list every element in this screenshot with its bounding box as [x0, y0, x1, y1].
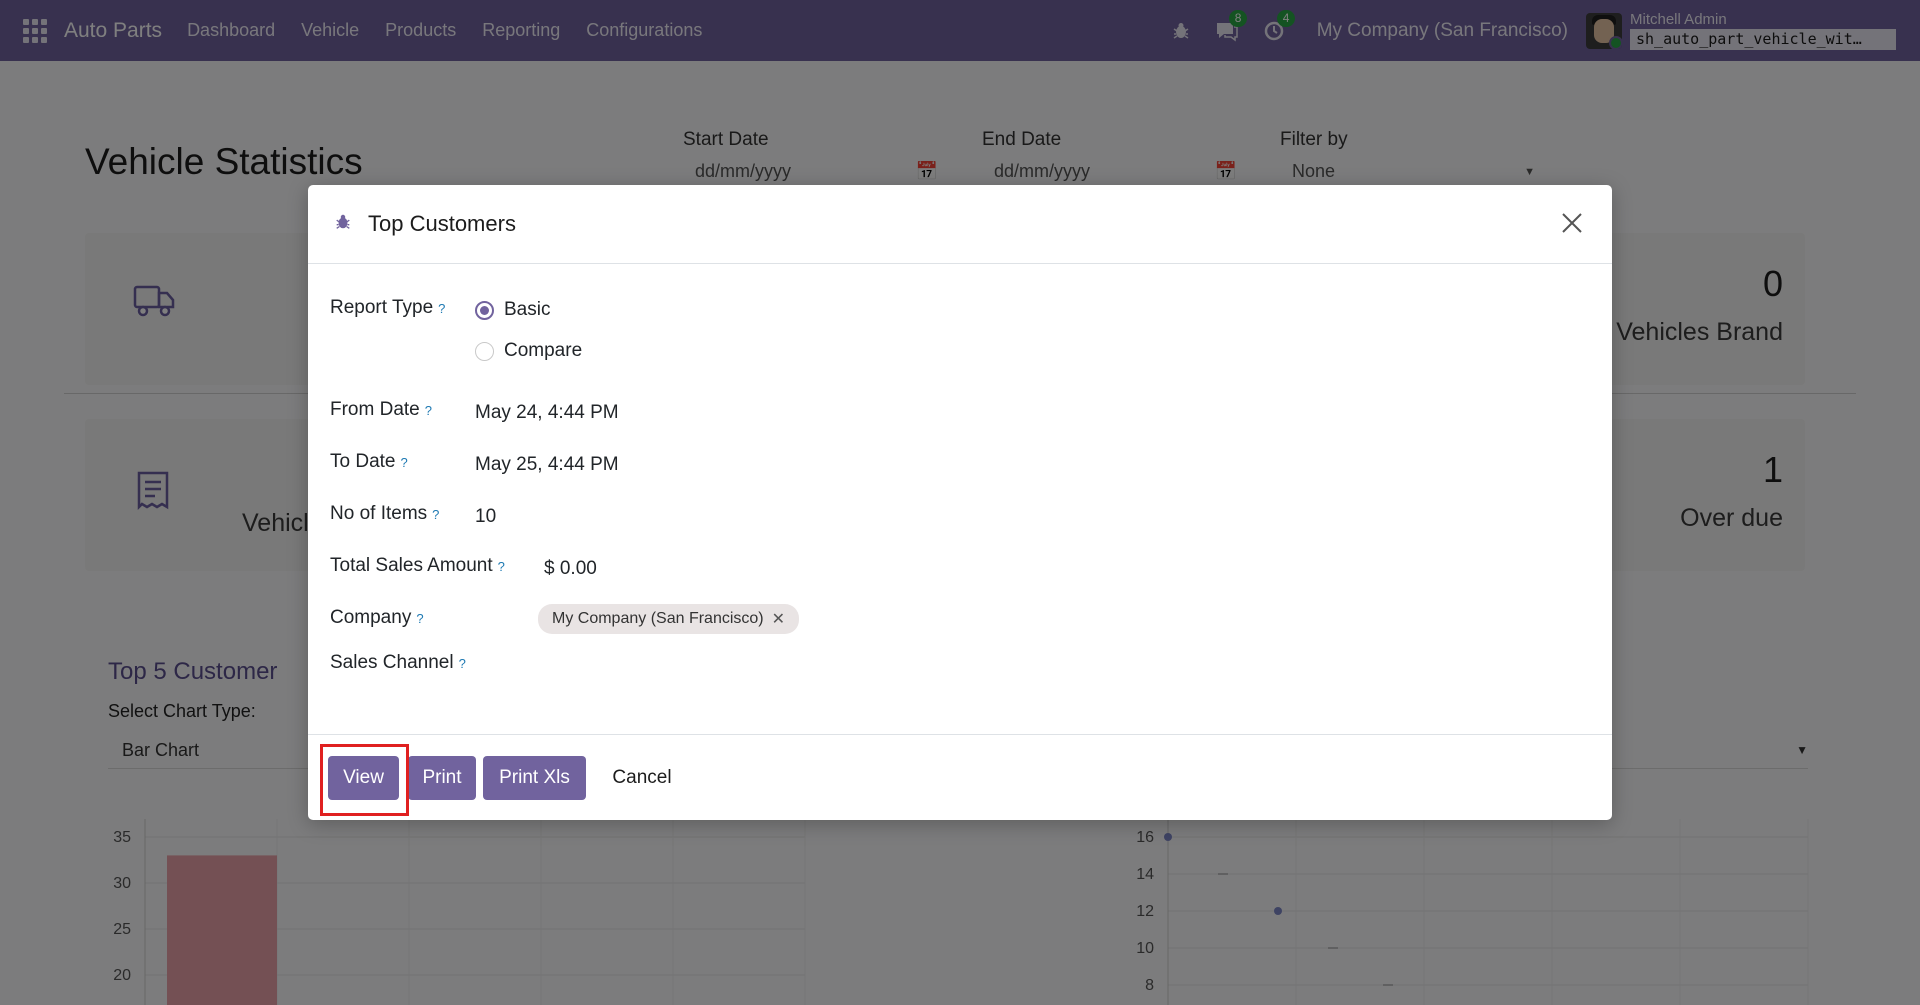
help-tooltip-icon[interactable]: ?	[416, 611, 423, 626]
help-tooltip-icon[interactable]: ?	[432, 507, 439, 522]
radio-basic[interactable]	[475, 300, 494, 320]
company-label: Company	[330, 607, 412, 628]
report-type-label: Report Type	[330, 297, 434, 318]
radio-compare[interactable]	[475, 341, 494, 361]
no-of-items-field[interactable]: 10	[475, 506, 496, 528]
report-type-basic-option[interactable]: Basic	[475, 299, 550, 321]
no-of-items-row: No of Items ?	[330, 503, 439, 525]
remove-tag-icon[interactable]: ✕	[772, 609, 785, 629]
from-date-label: From Date	[330, 399, 420, 420]
total-sales-field[interactable]: $ 0.00	[544, 558, 597, 580]
sales-channel-label: Sales Channel	[330, 652, 454, 673]
to-date-row: To Date ?	[330, 451, 408, 473]
company-tag: My Company (San Francisco) ✕	[538, 604, 800, 634]
from-date-field[interactable]: May 24, 4:44 PM	[475, 402, 619, 424]
view-button-highlight	[320, 744, 409, 816]
report-type-compare-option[interactable]: Compare	[475, 340, 582, 362]
help-tooltip-icon[interactable]: ?	[498, 559, 505, 574]
company-tag-label: My Company (San Francisco)	[552, 610, 764, 627]
help-tooltip-icon[interactable]: ?	[438, 301, 445, 316]
dialog-header: Top Customers	[308, 185, 1612, 264]
company-row: Company ?	[330, 607, 424, 629]
help-tooltip-icon[interactable]: ?	[425, 403, 432, 418]
dialog-title: Top Customers	[368, 211, 516, 236]
print-button[interactable]: Print	[408, 756, 476, 800]
top-customers-dialog: Top Customers Report Type ? Basic Compar…	[308, 185, 1612, 820]
to-date-field[interactable]: May 25, 4:44 PM	[475, 454, 619, 476]
print-xls-button[interactable]: Print Xls	[483, 756, 586, 800]
from-date-row: From Date ?	[330, 399, 432, 421]
sales-channel-field[interactable]	[538, 652, 938, 680]
sales-channel-row: Sales Channel ?	[330, 652, 466, 674]
total-sales-label: Total Sales Amount	[330, 555, 493, 576]
cancel-button[interactable]: Cancel	[596, 756, 688, 800]
close-icon[interactable]	[1560, 211, 1586, 237]
total-sales-row: Total Sales Amount ?	[330, 555, 505, 577]
radio-compare-label[interactable]: Compare	[504, 340, 582, 361]
report-type-row: Report Type ?	[330, 297, 445, 319]
to-date-label: To Date	[330, 451, 396, 472]
debug-bug-icon	[334, 213, 352, 236]
radio-basic-label[interactable]: Basic	[504, 299, 550, 320]
no-of-items-label: No of Items	[330, 503, 428, 524]
help-tooltip-icon[interactable]: ?	[459, 656, 466, 671]
help-tooltip-icon[interactable]: ?	[400, 455, 407, 470]
